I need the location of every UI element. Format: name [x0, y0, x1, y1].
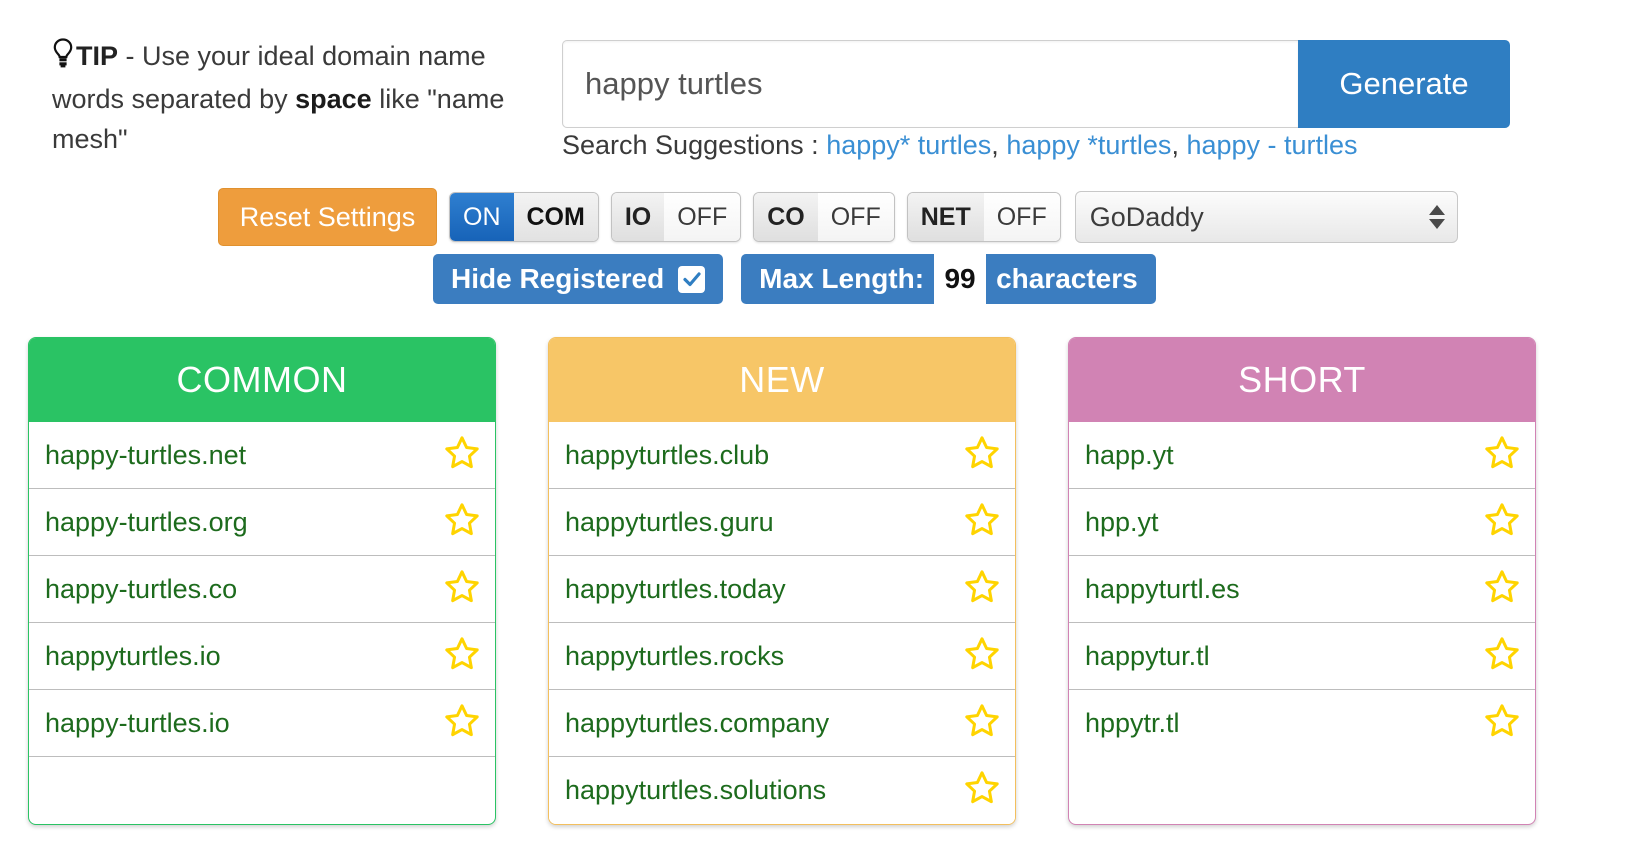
domain-row[interactable]: happy-turtles.co	[29, 556, 495, 623]
reset-settings-button[interactable]: Reset Settings	[218, 188, 437, 246]
tld-toggle-co-state: OFF	[817, 193, 894, 241]
domain-row[interactable]: happyturtles.io	[29, 623, 495, 690]
check-icon	[683, 272, 701, 287]
domain-name: happ.yt	[1085, 439, 1174, 470]
max-length-label: Max Length:	[759, 263, 925, 294]
star-icon[interactable]	[963, 635, 1001, 678]
settings-row-secondary: Hide Registered Max Length: characters	[433, 254, 1156, 304]
domain-row[interactable]: happyturtl.es	[1069, 556, 1535, 623]
star-icon[interactable]	[443, 501, 481, 544]
domain-generator-page: TIP - Use your ideal domain name words s…	[0, 0, 1634, 844]
domain-name: happy-turtles.co	[45, 573, 238, 604]
domain-row[interactable]: happyturtles.club	[549, 422, 1015, 489]
tip-emphasis: space	[295, 84, 372, 114]
domain-list-short: happ.yt hpp.yt happyturtl.es happytur.tl…	[1069, 422, 1535, 757]
domain-row[interactable]: happyturtles.rocks	[549, 623, 1015, 690]
tld-toggle-co[interactable]: CO OFF	[753, 192, 895, 242]
suggestion-separator-1: ,	[991, 130, 999, 160]
tld-toggle-com-label: COM	[513, 193, 598, 241]
tld-toggle-net[interactable]: NET OFF	[906, 192, 1061, 242]
domain-name: happyturtles.guru	[565, 506, 774, 537]
domain-name: happy-turtles.net	[45, 439, 247, 470]
domain-row[interactable]: happytur.tl	[1069, 623, 1535, 690]
domain-name: happyturtles.company	[565, 707, 830, 738]
domain-name: happyturtles.io	[45, 640, 221, 671]
tld-toggle-net-state: OFF	[983, 193, 1060, 241]
star-icon[interactable]	[1483, 702, 1521, 745]
domain-row[interactable]: happy-turtles.net	[29, 422, 495, 489]
domain-name: happytur.tl	[1085, 640, 1210, 671]
domain-row[interactable]: happy-turtles.org	[29, 489, 495, 556]
star-icon[interactable]	[443, 702, 481, 745]
search-bar: Generate	[562, 40, 1510, 128]
star-icon[interactable]	[963, 434, 1001, 477]
search-suggestions: Search Suggestions : happy* turtles, hap…	[562, 130, 1358, 161]
star-icon[interactable]	[443, 434, 481, 477]
suggestion-link-3[interactable]: happy - turtles	[1186, 130, 1357, 160]
results-columns: COMMON happy-turtles.net happy-turtles.o…	[28, 337, 1606, 825]
tld-toggle-co-label: CO	[754, 193, 818, 241]
max-length-input[interactable]	[934, 254, 987, 304]
search-input[interactable]	[562, 40, 1298, 128]
suggestions-label: Search Suggestions :	[562, 130, 819, 160]
domain-name: happy-turtles.io	[45, 707, 230, 738]
domain-row[interactable]: happyturtles.solutions	[549, 757, 1015, 824]
lightbulb-icon	[52, 38, 74, 79]
hide-registered-checkbox[interactable]	[678, 265, 706, 293]
tld-toggle-io-label: IO	[611, 193, 665, 241]
domain-row[interactable]: happ.yt	[1069, 422, 1535, 489]
hide-registered-label: Hide Registered	[451, 263, 665, 294]
domain-name: hpp.yt	[1085, 506, 1159, 537]
star-icon[interactable]	[1483, 635, 1521, 678]
generate-button[interactable]: Generate	[1298, 40, 1510, 128]
card-title-short: SHORT	[1069, 338, 1535, 422]
star-icon[interactable]	[963, 769, 1001, 812]
star-icon[interactable]	[1483, 434, 1521, 477]
domain-name: happyturtles.solutions	[565, 775, 827, 805]
domain-row[interactable]: happyturtles.company	[549, 690, 1015, 757]
domain-name: happyturtl.es	[1085, 573, 1240, 604]
results-card-common: COMMON happy-turtles.net happy-turtles.o…	[28, 337, 496, 825]
results-card-short: SHORT happ.yt hpp.yt happyturtl.es happy…	[1068, 337, 1536, 825]
star-icon[interactable]	[963, 568, 1001, 611]
star-icon[interactable]	[963, 501, 1001, 544]
domain-row[interactable]: happyturtles.today	[549, 556, 1015, 623]
tip-banner: TIP - Use your ideal domain name words s…	[52, 36, 532, 159]
star-icon[interactable]	[443, 568, 481, 611]
card-title-common: COMMON	[29, 338, 495, 422]
domain-row[interactable]: happyturtles.guru	[549, 489, 1015, 556]
suggestion-separator-2: ,	[1171, 130, 1179, 160]
suggestion-link-1[interactable]: happy* turtles	[826, 130, 991, 160]
domain-name: happy-turtles.org	[45, 506, 248, 537]
results-card-new: NEW happyturtles.club happyturtles.guru …	[548, 337, 1016, 825]
star-icon[interactable]	[963, 702, 1001, 745]
tld-toggle-com-state: ON	[450, 193, 514, 241]
domain-row[interactable]: hpp.yt	[1069, 489, 1535, 556]
star-icon[interactable]	[1483, 501, 1521, 544]
registrar-select[interactable]: GoDaddy	[1074, 191, 1458, 243]
star-icon[interactable]	[443, 635, 481, 678]
max-length-unit: characters	[996, 263, 1138, 294]
domain-row[interactable]: hppytr.tl	[1069, 690, 1535, 757]
suggestion-link-2[interactable]: happy *turtles	[1006, 130, 1171, 160]
tld-toggle-net-label: NET	[907, 193, 984, 241]
settings-row-primary: Reset Settings ON COM IO OFF CO OFF NET …	[218, 188, 1458, 246]
domain-list-empty-row	[29, 757, 495, 803]
domain-name: happyturtles.rocks	[565, 640, 785, 671]
domain-name: hppytr.tl	[1085, 708, 1180, 738]
star-icon[interactable]	[1483, 568, 1521, 611]
tip-label: TIP	[76, 41, 119, 71]
domain-row[interactable]: happy-turtles.io	[29, 690, 495, 757]
tld-toggle-io[interactable]: IO OFF	[610, 192, 742, 242]
max-length-control: Max Length: characters	[741, 254, 1156, 304]
tld-toggle-io-state: OFF	[664, 193, 741, 241]
domain-list-common: happy-turtles.net happy-turtles.org happ…	[29, 422, 495, 803]
domain-name: happyturtles.today	[565, 573, 786, 604]
tld-toggle-com[interactable]: ON COM	[449, 192, 599, 242]
domain-name: happyturtles.club	[565, 439, 770, 470]
registrar-select-wrapper: GoDaddy	[1074, 191, 1458, 243]
card-title-new: NEW	[549, 338, 1015, 422]
domain-list-new: happyturtles.club happyturtles.guru happ…	[549, 422, 1015, 824]
hide-registered-toggle[interactable]: Hide Registered	[433, 254, 724, 304]
